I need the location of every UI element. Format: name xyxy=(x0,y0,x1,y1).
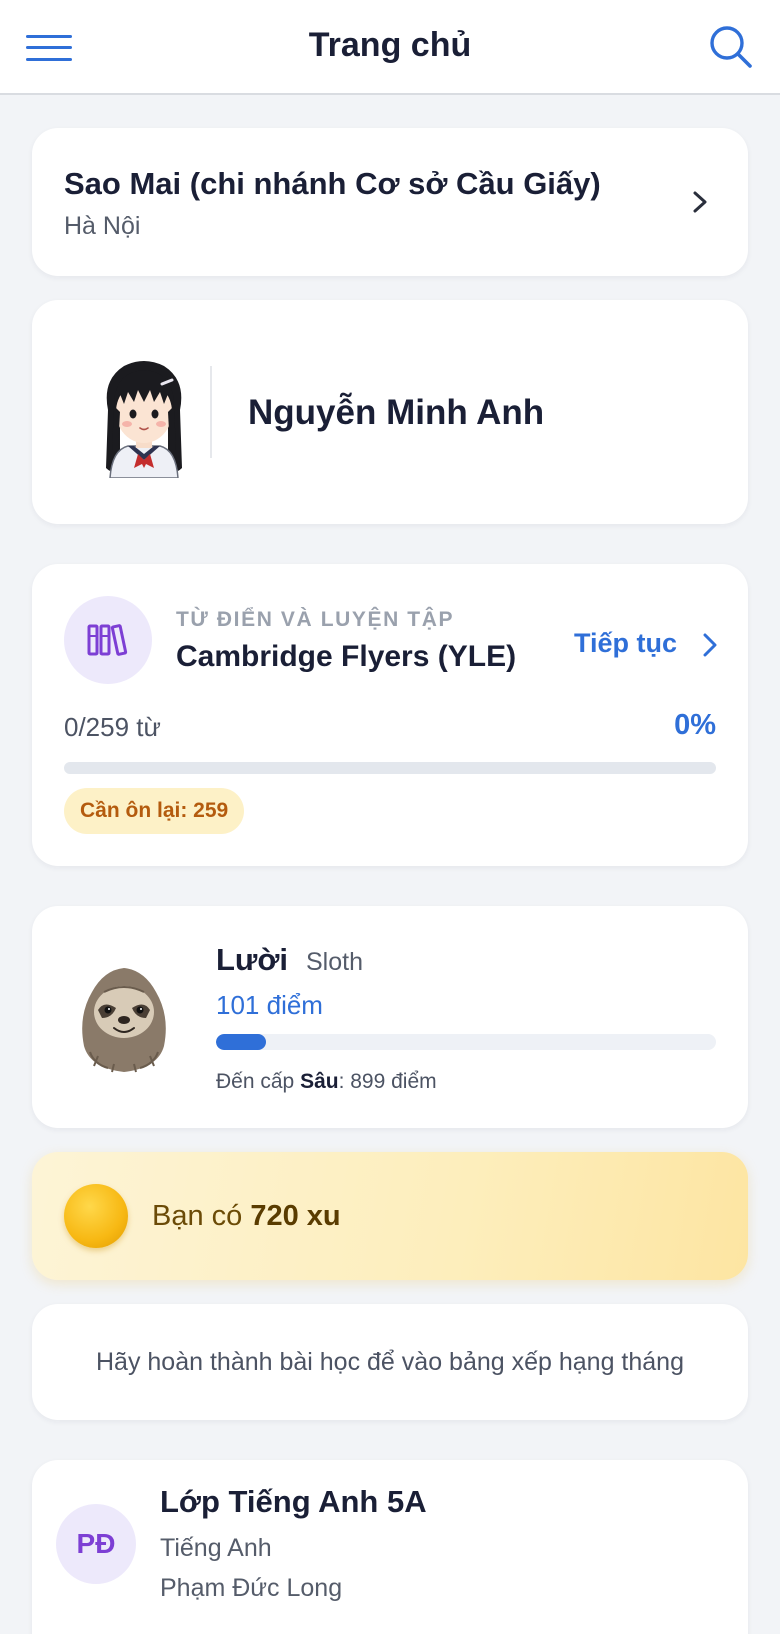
leaderboard-message: Hãy hoàn thành bài học để vào bảng xếp h… xyxy=(96,1348,684,1376)
student-name: Nguyễn Minh Anh xyxy=(248,393,545,432)
word-progress-percent: 0% xyxy=(674,709,716,741)
coins-prefix: Bạn có xyxy=(152,1200,251,1232)
teacher-avatar: PĐ xyxy=(56,1504,136,1584)
dictionary-card: TỪ ĐIỂN VÀ LUYỆN TẬP Cambridge Flyers (Y… xyxy=(32,564,748,866)
divider xyxy=(210,366,212,458)
dictionary-kicker: TỪ ĐIỂN VÀ LUYỆN TẬP xyxy=(176,608,455,631)
branch-name: Sao Mai (chi nhánh Cơ sở Cầu Giấy) xyxy=(64,166,601,201)
page-title: Trang chủ xyxy=(308,26,472,64)
continue-label: Tiếp tục xyxy=(574,628,678,658)
branch-card[interactable]: Sao Mai (chi nhánh Cơ sở Cầu Giấy) Hà Nộ… xyxy=(32,128,748,276)
next-level-name: Sâu xyxy=(300,1070,339,1093)
class-name: Lớp Tiếng Anh 5A xyxy=(160,1484,427,1519)
word-progress-count: 0/259 từ xyxy=(64,712,161,742)
level-name: Lười xyxy=(216,942,289,977)
coins-amount: 720 xu xyxy=(250,1200,341,1232)
continue-button[interactable]: Tiếp tục xyxy=(574,626,724,666)
word-progress-bar xyxy=(64,762,716,774)
search-icon[interactable] xyxy=(708,24,754,70)
level-progress-fill xyxy=(216,1034,266,1050)
level-name-english: Sloth xyxy=(306,948,363,976)
coin-icon xyxy=(64,1184,128,1248)
next-level-info: Đến cấp Sâu: 899 điểm xyxy=(216,1070,437,1094)
class-card[interactable]: PĐ Lớp Tiếng Anh 5A Tiếng Anh Phạm Đức L… xyxy=(32,1460,748,1634)
class-teacher: Phạm Đức Long xyxy=(160,1574,343,1602)
dictionary-title: Cambridge Flyers (YLE) xyxy=(176,640,517,673)
books-icon xyxy=(64,596,152,684)
student-avatar-girl xyxy=(106,361,182,478)
review-badge: Cần ôn lại: 259 xyxy=(64,788,245,834)
leaderboard-notice: Hãy hoàn thành bài học để vào bảng xếp h… xyxy=(32,1304,748,1420)
level-progress-bar xyxy=(216,1034,716,1050)
chevron-right-icon xyxy=(693,191,707,213)
sloth-avatar xyxy=(82,968,166,1073)
app-header: Trang chủ xyxy=(0,0,780,95)
coins-card: Bạn có 720 xu xyxy=(32,1152,748,1280)
branch-city: Hà Nội xyxy=(64,212,141,240)
next-level-prefix: Đến cấp xyxy=(216,1070,301,1093)
class-subject: Tiếng Anh xyxy=(160,1534,272,1562)
student-card: Nguyễn Minh Anh xyxy=(32,300,748,524)
level-points: 101 điểm xyxy=(216,990,323,1020)
coins-text: Bạn có 720 xu xyxy=(152,1200,341,1233)
chevron-right-icon xyxy=(703,633,717,657)
level-card: Lười Sloth 101 điểm Đến cấp Sâu: 899 điể… xyxy=(32,906,748,1128)
next-level-points: : 899 điểm xyxy=(338,1070,437,1093)
